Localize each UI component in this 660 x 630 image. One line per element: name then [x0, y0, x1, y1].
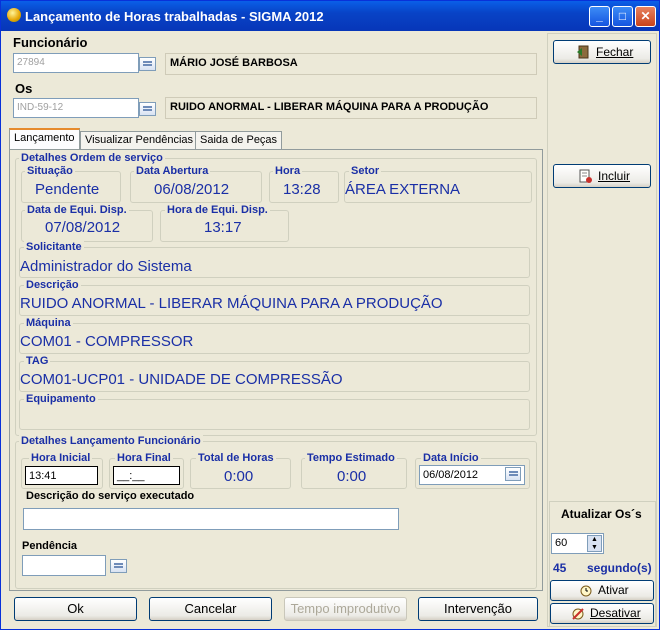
hora-equi-label: Hora de Equi. Disp.: [165, 204, 270, 216]
tempo-estimado-value: 0:00: [337, 468, 367, 485]
app-icon: [7, 8, 21, 22]
tab-lancamento[interactable]: Lançamento: [9, 128, 80, 149]
data-equi-label: Data de Equi. Disp.: [25, 204, 129, 216]
fechar-button[interactable]: Fechar: [553, 40, 651, 64]
countdown-value: 45: [553, 561, 567, 575]
tempo-improdutivo-button[interactable]: Tempo improdutivo: [284, 597, 407, 621]
cancelar-button[interactable]: Cancelar: [149, 597, 272, 621]
total-horas-label: Total de Horas: [196, 452, 276, 464]
equipamento-label: Equipamento: [24, 393, 98, 405]
title-bar: Lançamento de Horas trabalhadas - SIGMA …: [1, 1, 659, 31]
lookup-card-icon[interactable]: [139, 102, 156, 116]
os-label: Os: [15, 81, 33, 96]
exit-door-icon: [577, 45, 589, 59]
hora-value: 13:28: [283, 181, 321, 198]
lookup-card-icon[interactable]: [110, 559, 127, 573]
funcionario-code-input[interactable]: 27894: [13, 53, 139, 73]
data-abertura-value: 06/08/2012: [154, 181, 230, 198]
incluir-button[interactable]: Incluir: [553, 164, 651, 188]
incluir-label: Incluir: [598, 169, 631, 183]
data-inicio-label: Data Início: [421, 452, 481, 464]
maximize-button[interactable]: □: [612, 6, 633, 27]
pendencia-label: Pendência: [22, 540, 78, 552]
hora-label: Hora: [273, 165, 303, 177]
close-button[interactable]: ✕: [635, 6, 656, 27]
maquina-label: Máquina: [24, 317, 73, 329]
data-abertura-label: Data Abertura: [134, 165, 211, 177]
setor-value: ÁREA EXTERNA: [345, 181, 461, 198]
ativar-button[interactable]: Ativar: [550, 580, 654, 601]
situacao-value: Pendente: [35, 181, 100, 198]
hora-inicial-label: Hora Inicial: [29, 452, 93, 464]
spinner-arrows-icon[interactable]: ▲ ▼: [587, 535, 602, 552]
total-horas-value: 0:00: [224, 468, 254, 485]
lookup-card-icon[interactable]: [139, 57, 156, 71]
situacao-label: Situação: [25, 165, 75, 177]
ativar-label: Ativar: [598, 583, 629, 597]
calendar-icon[interactable]: [505, 467, 521, 481]
header-panel: Funcionário 27894 MÁRIO JOSÉ BARBOSA Os …: [7, 33, 544, 127]
tab-saida-de-pecas[interactable]: Saida de Peças: [195, 131, 283, 149]
document-add-icon: [579, 169, 592, 183]
tempo-estimado-label: Tempo Estimado: [305, 452, 397, 464]
data-equi-value: 07/08/2012: [45, 219, 121, 236]
os-details-legend: Detalhes Ordem de serviço: [19, 152, 165, 164]
solicitante-value: Administrador do Sistema: [20, 258, 192, 275]
tab-visualizar-pendencias[interactable]: Visualizar Pendências: [80, 131, 199, 149]
main-window: Lançamento de Horas trabalhadas - SIGMA …: [0, 0, 660, 630]
lancamento-legend: Detalhes Lançamento Funcionário: [19, 435, 203, 447]
atualizar-label: Atualizar Os´s: [561, 507, 642, 521]
hora-inicial-input[interactable]: 13:41: [25, 466, 98, 485]
segundos-label: segundo(s): [587, 561, 652, 575]
os-description-field: RUIDO ANORMAL - LIBERAR MÁQUINA PARA A P…: [165, 97, 537, 119]
window-title: Lançamento de Horas trabalhadas - SIGMA …: [25, 9, 324, 24]
ok-button[interactable]: Ok: [14, 597, 137, 621]
funcionario-label: Funcionário: [13, 35, 88, 50]
hora-equi-value: 13:17: [204, 219, 242, 236]
alarm-clock-off-icon: [572, 608, 584, 620]
maquina-value: COM01 - COMPRESSOR: [20, 333, 194, 350]
minimize-button[interactable]: _: [589, 6, 610, 27]
alarm-clock-icon: [580, 585, 592, 597]
fechar-label: Fechar: [596, 45, 634, 59]
desativar-label: Desativar: [590, 606, 641, 620]
tag-value: COM01-UCP01 - UNIDADE DE COMPRESSÃO: [20, 371, 343, 388]
descricao-servico-label: Descrição do serviço executado: [26, 490, 195, 502]
desativar-button[interactable]: Desativar: [550, 603, 654, 624]
descricao-label: Descrição: [24, 279, 81, 291]
intervencao-button[interactable]: Intervenção: [418, 597, 538, 621]
hora-final-label: Hora Final: [115, 452, 173, 464]
tag-label: TAG: [24, 355, 51, 367]
os-code-input[interactable]: IND-59-12: [13, 98, 139, 118]
pendencia-input[interactable]: [22, 555, 106, 576]
descricao-value: RUIDO ANORMAL - LIBERAR MÁQUINA PARA A P…: [20, 295, 443, 312]
hora-final-input[interactable]: __:__: [113, 466, 180, 485]
setor-label: Setor: [349, 165, 382, 177]
funcionario-name-field: MÁRIO JOSÉ BARBOSA: [165, 53, 537, 75]
descricao-servico-input[interactable]: [23, 508, 399, 530]
solicitante-label: Solicitante: [24, 241, 84, 253]
